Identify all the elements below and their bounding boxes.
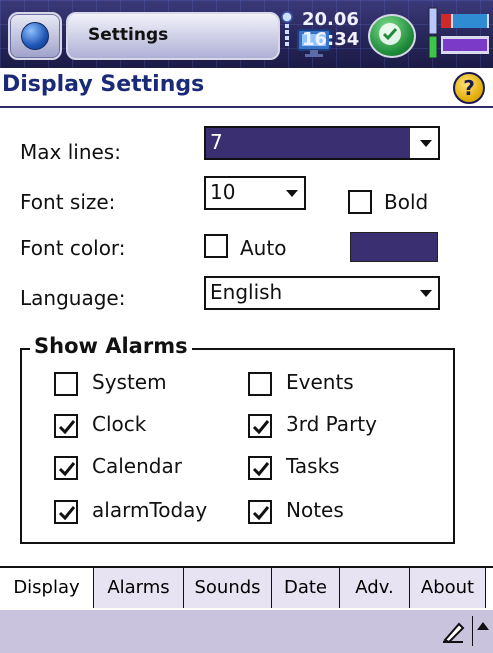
app-title-pill[interactable]: Settings bbox=[66, 12, 331, 60]
checkmark-icon bbox=[58, 420, 76, 435]
show-alarms-group bbox=[20, 348, 455, 544]
alarm-notes-label: Notes bbox=[286, 498, 344, 522]
bold-label: Bold bbox=[384, 190, 429, 214]
max-lines-label: Max lines: bbox=[20, 140, 121, 164]
auto-label: Auto bbox=[240, 236, 287, 260]
chevron-down-icon[interactable] bbox=[286, 190, 298, 197]
alarm-events-checkbox[interactable] bbox=[248, 372, 272, 396]
alarm-3rd-party-checkbox[interactable] bbox=[248, 414, 272, 438]
tab-about[interactable]: About bbox=[410, 568, 486, 608]
alarm-3rd-party-label: 3rd Party bbox=[286, 412, 377, 436]
checkmark-icon bbox=[252, 506, 270, 521]
alarm-tasks-checkbox[interactable] bbox=[248, 456, 272, 480]
checkmark-icon bbox=[58, 506, 76, 521]
page-title: Display Settings bbox=[2, 72, 205, 97]
start-button[interactable] bbox=[8, 12, 62, 60]
bottom-bar bbox=[0, 610, 493, 653]
alarm-clock-checkbox[interactable] bbox=[54, 414, 78, 438]
tab-sounds[interactable]: Sounds bbox=[184, 568, 272, 608]
language-label: Language: bbox=[20, 286, 126, 310]
clock-display[interactable]: 20.06 16:34 bbox=[278, 4, 368, 56]
alarm-today-label: alarmToday bbox=[92, 498, 208, 522]
clock-icon bbox=[281, 11, 293, 46]
alarm-events-label: Events bbox=[286, 370, 354, 394]
tab-date[interactable]: Date bbox=[272, 568, 340, 608]
checkmark-icon bbox=[58, 462, 76, 477]
divider bbox=[472, 616, 473, 646]
checkmark-icon bbox=[252, 462, 270, 477]
status-bar: Settings 20.06 16:34 bbox=[0, 0, 493, 68]
font-color-swatch[interactable] bbox=[350, 232, 438, 262]
alarm-clock-label: Clock bbox=[92, 412, 147, 436]
battery-icon[interactable] bbox=[425, 6, 493, 62]
chevron-up-icon[interactable] bbox=[477, 622, 489, 630]
max-lines-selection-highlight bbox=[206, 128, 438, 158]
settings-form: Max lines: 7 Font size: 10 Bold Font col… bbox=[0, 108, 493, 566]
app-title: Settings bbox=[88, 25, 169, 45]
alarm-today-checkbox[interactable] bbox=[54, 500, 78, 524]
date-text: 20.06 bbox=[302, 9, 359, 30]
tab-display[interactable]: Display bbox=[0, 568, 94, 608]
tab-bar: Display Alarms Sounds Date Adv. About bbox=[0, 566, 493, 612]
chevron-down-icon[interactable] bbox=[420, 290, 432, 297]
language-select[interactable]: English bbox=[204, 276, 440, 310]
max-lines-value: 7 bbox=[210, 130, 223, 154]
pen-input-icon[interactable] bbox=[441, 618, 467, 644]
alarm-tasks-label: Tasks bbox=[286, 454, 340, 478]
tab-advanced[interactable]: Adv. bbox=[340, 568, 410, 608]
chevron-down-icon[interactable] bbox=[420, 140, 432, 147]
language-value: English bbox=[210, 280, 283, 304]
alarm-calendar-label: Calendar bbox=[92, 454, 182, 478]
show-alarms-legend: Show Alarms bbox=[30, 334, 192, 358]
ok-icon bbox=[379, 23, 401, 45]
max-lines-select[interactable]: 7 bbox=[204, 126, 440, 160]
font-size-label: Font size: bbox=[20, 190, 116, 214]
font-size-select[interactable]: 10 bbox=[204, 176, 306, 210]
auto-checkbox[interactable] bbox=[204, 234, 228, 258]
page-header: Display Settings ? bbox=[0, 68, 493, 108]
alarm-system-checkbox[interactable] bbox=[54, 372, 78, 396]
tab-alarms[interactable]: Alarms bbox=[94, 568, 184, 608]
ok-button[interactable] bbox=[368, 14, 416, 58]
alarm-system-label: System bbox=[92, 370, 167, 394]
alarm-notes-checkbox[interactable] bbox=[248, 500, 272, 524]
checkmark-icon bbox=[252, 420, 270, 435]
font-size-value: 10 bbox=[210, 180, 236, 204]
bold-checkbox[interactable] bbox=[348, 190, 372, 214]
start-orb-icon bbox=[21, 22, 49, 50]
help-icon[interactable]: ? bbox=[453, 72, 485, 104]
font-color-label: Font color: bbox=[20, 236, 126, 260]
time-text: 16:34 bbox=[302, 29, 360, 50]
alarm-calendar-checkbox[interactable] bbox=[54, 456, 78, 480]
